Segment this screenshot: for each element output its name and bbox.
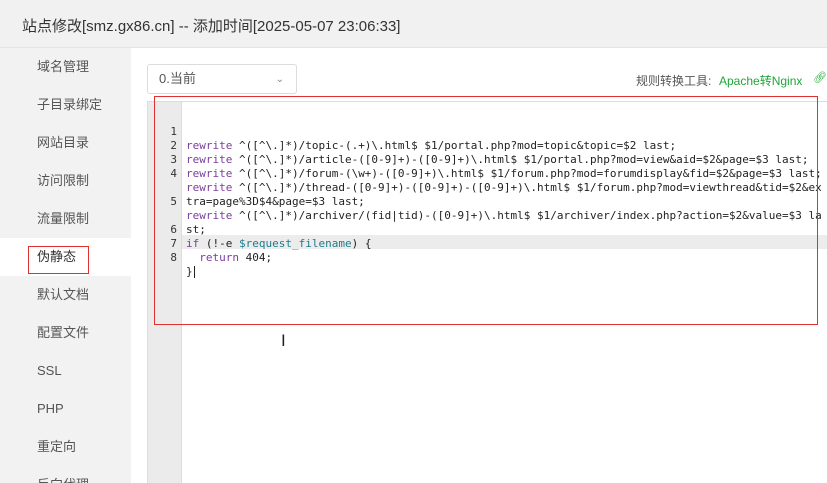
sidebar-item-reverse-proxy[interactable]: 反向代理 [0,466,131,483]
code-line: 2 rewrite ^([^\.]*)/article-([0-9]+)-([0… [148,125,827,166]
sidebar: 域名管理 子目录绑定 网站目录 访问限制 流量限制 伪静态 默认文档 配置文件 … [0,48,131,483]
code-text: } [186,265,193,278]
code-line: 5 rewrite ^([^\.]*)/archiver/(fid|tid)-(… [148,181,827,236]
keyword: return [199,251,239,264]
sidebar-item-redirect[interactable]: 重定向 [0,428,131,466]
external-link-icon[interactable]: 🔗︎ [813,71,827,84]
sidebar-item-subdir[interactable]: 子目录绑定 [0,86,131,124]
code-line: 3 rewrite ^([^\.]*)/forum-(\w+)-([0-9]+)… [148,139,827,180]
code-editor[interactable]: 1 rewrite ^([^\.]*)/topic-(.+)\.html$ $1… [147,101,827,483]
rewrite-template-select[interactable]: 0.当前 ⌄ [147,64,297,94]
sidebar-item-access-limit[interactable]: 访问限制 [0,162,131,200]
code-line: 6 if (!-e $request_filename) { [148,209,827,250]
chevron-down-icon: ⌄ [275,74,284,85]
rewrite-template-value: 0.当前 [159,71,196,86]
line-number: 4 [170,167,177,180]
sidebar-item-rewrite[interactable]: 伪静态 [0,238,131,276]
code-line: 1 rewrite ^([^\.]*)/topic-(.+)\.html$ $1… [148,111,827,152]
dialog-titlebar: 站点修改[smz.gx86.cn] -- 添加时间[2025-05-07 23:… [0,0,827,48]
sidebar-item-default-doc[interactable]: 默认文档 [0,276,131,314]
line-number: 8 [170,251,177,264]
dialog-title: 站点修改[smz.gx86.cn] -- 添加时间[2025-05-07 23:… [22,18,401,35]
sidebar-item-traffic-limit[interactable]: 流量限制 [0,200,131,238]
apache-to-nginx-link[interactable]: Apache转Nginx [719,72,802,89]
text-cursor [193,266,195,278]
sidebar-item-site-dir[interactable]: 网站目录 [0,124,131,162]
convert-tool-label: 规则转换工具: [636,74,712,88]
code-content[interactable]: 1 rewrite ^([^\.]*)/topic-(.+)\.html$ $1… [148,111,827,278]
code-text: 404; [239,251,273,264]
sidebar-item-php[interactable]: PHP [0,390,131,428]
sidebar-item-domain[interactable]: 域名管理 [0,48,131,86]
code-line: 4 rewrite ^([^\.]*)/thread-([0-9]+)-([0-… [148,153,827,208]
sidebar-item-ssl[interactable]: SSL [0,352,131,390]
code-line: 8 } [148,237,827,278]
code-line: 7 return 404; [148,223,827,264]
line-number: 5 [170,195,177,208]
sidebar-item-config-file[interactable]: 配置文件 [0,314,131,352]
